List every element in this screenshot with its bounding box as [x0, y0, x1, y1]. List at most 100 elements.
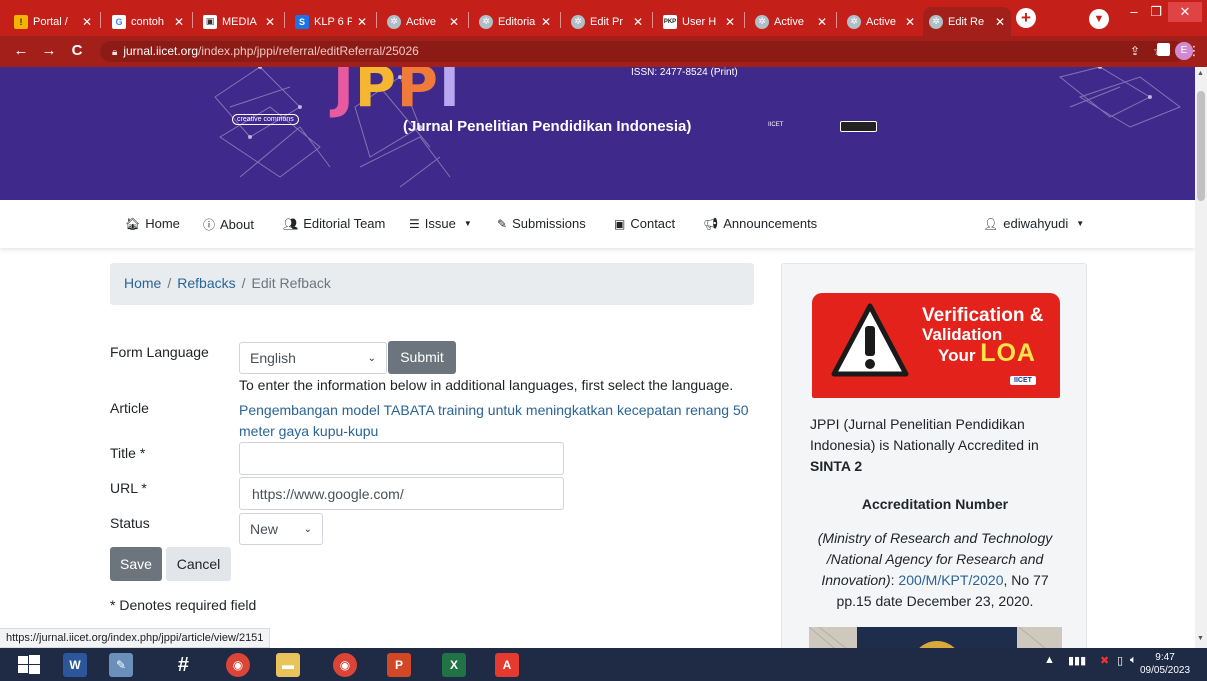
- close-tab-icon[interactable]: ✕: [633, 15, 643, 29]
- breadcrumb-home[interactable]: Home: [124, 275, 161, 291]
- browser-tab[interactable]: G contoh ✕: [106, 7, 190, 36]
- breadcrumb-refbacks[interactable]: Refbacks: [177, 275, 235, 291]
- tab-search-chevron-icon[interactable]: ▼: [1089, 9, 1109, 29]
- tab-title: Active: [774, 15, 804, 28]
- volume-icon[interactable]: 🔈︎: [1130, 654, 1137, 667]
- taskbar-powerpoint[interactable]: P: [376, 650, 422, 680]
- chrome-profile-icon: ◉: [333, 653, 357, 677]
- taskbar-chrome-profile[interactable]: ◉: [322, 650, 368, 680]
- title-input[interactable]: [239, 442, 564, 475]
- url-domain: jurnal.iicet.org: [123, 44, 199, 58]
- scroll-up-arrow-icon[interactable]: ▲: [1197, 70, 1204, 77]
- list-icon: ☰: [409, 216, 420, 231]
- browser-tab[interactable]: ✲ Active ✕: [841, 7, 921, 36]
- browser-menu-kebab-icon[interactable]: ⋮: [1187, 40, 1201, 62]
- new-tab-plus-icon[interactable]: +: [1016, 8, 1036, 28]
- taskbar-word[interactable]: W: [52, 650, 98, 680]
- network-error-icon[interactable]: ✖: [1100, 654, 1109, 667]
- restore-icon[interactable]: ❐: [1146, 2, 1166, 22]
- browser-tab-active[interactable]: ✲ Edit Re ✕: [923, 7, 1011, 36]
- browser-tab[interactable]: ✲ Active ✕: [381, 7, 465, 36]
- nav-about[interactable]: ⓘ About: [203, 216, 254, 233]
- url-input[interactable]: https://www.google.com/: [239, 477, 564, 510]
- logo-letter-j: J: [333, 67, 355, 120]
- battery-icon[interactable]: ▯: [1117, 654, 1123, 667]
- tray-show-hidden-icon[interactable]: ▲: [1044, 654, 1055, 666]
- close-tab-icon[interactable]: ✕: [449, 15, 459, 29]
- browser-tab[interactable]: ▣ MEDIA ✕: [197, 7, 281, 36]
- nav-home[interactable]: 🏠︎ Home: [125, 216, 180, 231]
- reload-icon[interactable]: C: [66, 40, 88, 62]
- user-menu-dropdown[interactable]: 👤︎ ediwahyudi ▼: [983, 216, 1084, 231]
- taskbar-paint[interactable]: ✎: [98, 650, 144, 680]
- ojs-favicon-icon: ✲: [387, 14, 401, 29]
- close-tab-icon[interactable]: ✕: [265, 15, 275, 29]
- submit-language-button[interactable]: Submit: [388, 341, 456, 374]
- tab-title: Active: [866, 15, 896, 28]
- clock-date: 09/05/2023: [1140, 665, 1191, 676]
- status-value: New: [250, 521, 279, 537]
- taskbar-excel[interactable]: X: [431, 650, 477, 680]
- nav-editorial-team[interactable]: 👥︎ Editorial Team: [283, 216, 385, 231]
- taskbar-clock[interactable]: 9:47 09/05/2023: [1140, 651, 1190, 677]
- nav-announcements[interactable]: 📢︎ Announcements: [703, 216, 817, 231]
- close-tab-icon[interactable]: ✕: [541, 15, 551, 29]
- browser-tab[interactable]: ✲ Edit Pr ✕: [565, 7, 649, 36]
- signal-bars-icon[interactable]: ▮▮▮: [1068, 654, 1086, 667]
- loa-line-1: Verification &: [922, 305, 1044, 326]
- url-omnibox[interactable]: 🔒︎ jurnal.iicet.org/index.php/jppi/referr…: [100, 41, 1185, 62]
- language-help-text: To enter the information below in additi…: [239, 377, 734, 393]
- nav-submissions[interactable]: ✎ Submissions: [497, 216, 586, 231]
- nav-issue-dropdown[interactable]: ☰ Issue ▼: [409, 216, 472, 231]
- taskbar-chrome[interactable]: ◉: [215, 650, 261, 680]
- browser-tab[interactable]: ✲ Active ✕: [749, 7, 833, 36]
- close-tab-icon[interactable]: ✕: [174, 15, 184, 29]
- close-tab-icon[interactable]: ✕: [817, 15, 827, 29]
- megaphone-icon: 📢︎: [703, 216, 719, 231]
- close-tab-icon[interactable]: ✕: [905, 15, 915, 29]
- sinta-rank: SINTA 2: [810, 458, 863, 474]
- browser-tab[interactable]: ! Portal / ✕: [8, 7, 98, 36]
- scrollbar-thumb[interactable]: [1197, 91, 1205, 201]
- share-icon[interactable]: ⇪: [1130, 41, 1140, 62]
- browser-tab[interactable]: PKP User H ✕: [657, 7, 741, 36]
- loa-your: Your: [938, 346, 976, 365]
- forward-arrow-icon[interactable]: →: [38, 40, 60, 62]
- taskbar-acrobat[interactable]: A: [484, 650, 530, 680]
- cancel-button[interactable]: Cancel: [166, 547, 231, 581]
- verification-loa-banner[interactable]: Verification & Validation Your LOA IICET: [812, 293, 1060, 398]
- nav-contact[interactable]: ▣ Contact: [614, 216, 675, 231]
- url-input-value: https://www.google.com/: [252, 485, 404, 502]
- start-button[interactable]: [6, 650, 52, 680]
- close-tab-icon[interactable]: ✕: [725, 15, 735, 29]
- taskbar-file-explorer[interactable]: ▬: [265, 650, 311, 680]
- status-select[interactable]: New ⌄: [239, 513, 323, 545]
- article-label: Article: [110, 400, 149, 416]
- hashtag-icon: #: [177, 653, 189, 676]
- save-button[interactable]: Save: [110, 547, 162, 581]
- close-tab-icon[interactable]: ✕: [82, 15, 92, 29]
- browser-tab[interactable]: S KLP 6 P ✕: [289, 7, 373, 36]
- decree-link[interactable]: 200/M/KPT/2020: [898, 572, 1003, 588]
- taskbar-hashtag-app[interactable]: #: [160, 650, 206, 680]
- acrobat-icon: A: [495, 653, 519, 677]
- nav-announcements-label: Announcements: [723, 216, 818, 231]
- browser-tab[interactable]: ✲ Editoria ✕: [473, 7, 557, 36]
- page-scrollbar[interactable]: ▲ ▼: [1195, 67, 1207, 648]
- article-title-link[interactable]: Pengembangan model TABATA training untuk…: [239, 400, 759, 442]
- form-language-select[interactable]: English ⌄: [239, 342, 387, 374]
- back-arrow-icon[interactable]: ←: [10, 40, 32, 62]
- breadcrumb: Home / Refbacks / Edit Refback: [110, 263, 754, 305]
- logo-letter-p: P: [354, 67, 397, 120]
- address-bar-row: ← → C 🔒︎ jurnal.iicet.org/index.php/jppi/…: [0, 36, 1207, 67]
- loa-big: LOA: [980, 339, 1036, 367]
- logo-letter-i: I: [438, 67, 461, 120]
- folder-icon: ▬: [276, 653, 300, 677]
- scroll-down-arrow-icon[interactable]: ▼: [1197, 635, 1204, 642]
- sidepanel-icon[interactable]: [1157, 43, 1170, 56]
- title-label: Title *: [110, 445, 146, 461]
- close-window-icon[interactable]: ✕: [1168, 2, 1202, 22]
- minimize-icon[interactable]: –: [1124, 2, 1144, 22]
- close-tab-icon[interactable]: ✕: [995, 15, 1005, 29]
- close-tab-icon[interactable]: ✕: [357, 15, 367, 29]
